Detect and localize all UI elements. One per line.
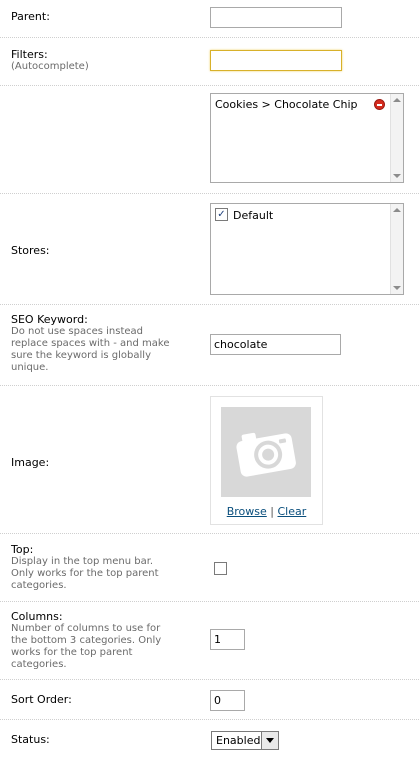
store-default-checkbox[interactable]: ✓ [215,208,228,221]
status-select[interactable]: Enabled [211,731,279,750]
seo-keyword-label: SEO Keyword: [11,313,88,326]
seo-keyword-row: SEO Keyword: Do not use spaces instead r… [0,305,419,386]
columns-help-1: Number of columns to use for [11,623,161,634]
chevron-down-icon[interactable] [261,732,278,749]
top-label-group: Top: Display in the top menu bar. Only w… [11,544,159,592]
columns-label-group: Columns: Number of columns to use for th… [11,611,161,671]
scroll-up-arrow-icon[interactable] [393,208,401,212]
seo-keyword-help-4: unique. [11,362,49,373]
columns-label: Columns: [11,610,63,623]
seo-keyword-label-group: SEO Keyword: Do not use spaces instead r… [11,314,169,374]
filters-row: Filters: (Autocomplete) [0,38,419,86]
stores-row: Stores: ✓ Default [0,194,419,305]
top-menu-checkbox[interactable] [214,562,227,575]
scrollbar[interactable] [390,204,403,294]
top-row: Top: Display in the top menu bar. Only w… [0,534,419,602]
scroll-down-arrow-icon[interactable] [393,174,401,178]
image-row: Image: Browse | Clear [0,386,419,534]
filters-autocomplete-input[interactable] [210,50,342,71]
top-help-2: Only works for the top parent [11,568,159,579]
filter-item: Cookies > Chocolate Chip [215,98,358,111]
image-actions-separator: | [270,505,274,518]
columns-help-3: works for the top parent [11,647,133,658]
seo-keyword-help-1: Do not use spaces instead [11,326,144,337]
filters-label: Filters: [11,48,48,61]
scrollbar[interactable] [390,94,403,182]
status-row: Status: Enabled [0,720,419,760]
scroll-down-arrow-icon[interactable] [393,286,401,290]
columns-row: Columns: Number of columns to use for th… [0,602,419,680]
store-default-label: Default [233,209,274,222]
camera-placeholder-icon[interactable] [221,407,311,497]
parent-row: Parent: [0,0,419,38]
status-label: Status: [11,733,50,746]
remove-icon[interactable] [374,99,385,110]
category-data-form: Parent: Filters: (Autocomplete) Cookies … [0,0,419,760]
camera-icon [236,432,296,477]
sort-order-row: Sort Order: [0,680,419,720]
parent-label: Parent: [11,10,50,23]
filters-help: (Autocomplete) [11,61,89,72]
scroll-up-arrow-icon[interactable] [393,98,401,102]
stores-list[interactable]: ✓ Default [210,203,404,295]
filters-list-row: Cookies > Chocolate Chip [0,86,419,194]
top-help-3: categories. [11,580,67,591]
columns-help-4: categories. [11,659,67,670]
top-help-1: Display in the top menu bar. [11,556,154,567]
sort-order-input[interactable] [210,690,245,711]
stores-label: Stores: [11,244,50,257]
seo-keyword-help-3: sure the keyword is globally [11,350,151,361]
image-label: Image: [11,456,50,469]
image-preview-box: Browse | Clear [210,396,323,525]
clear-link[interactable]: Clear [278,505,307,518]
columns-help-2: the bottom 3 categories. Only [11,635,162,646]
parent-input[interactable] [210,7,342,28]
sort-order-label: Sort Order: [11,693,72,706]
image-actions: Browse | Clear [211,505,322,518]
browse-link[interactable]: Browse [227,505,267,518]
status-selected-value: Enabled [216,734,261,747]
top-label: Top: [11,543,34,556]
filters-label-group: Filters: (Autocomplete) [11,49,89,73]
columns-input[interactable] [210,629,245,650]
filters-selected-list[interactable]: Cookies > Chocolate Chip [210,93,404,183]
seo-keyword-help-2: replace spaces with - and make [11,338,170,349]
seo-keyword-input[interactable] [210,334,341,355]
